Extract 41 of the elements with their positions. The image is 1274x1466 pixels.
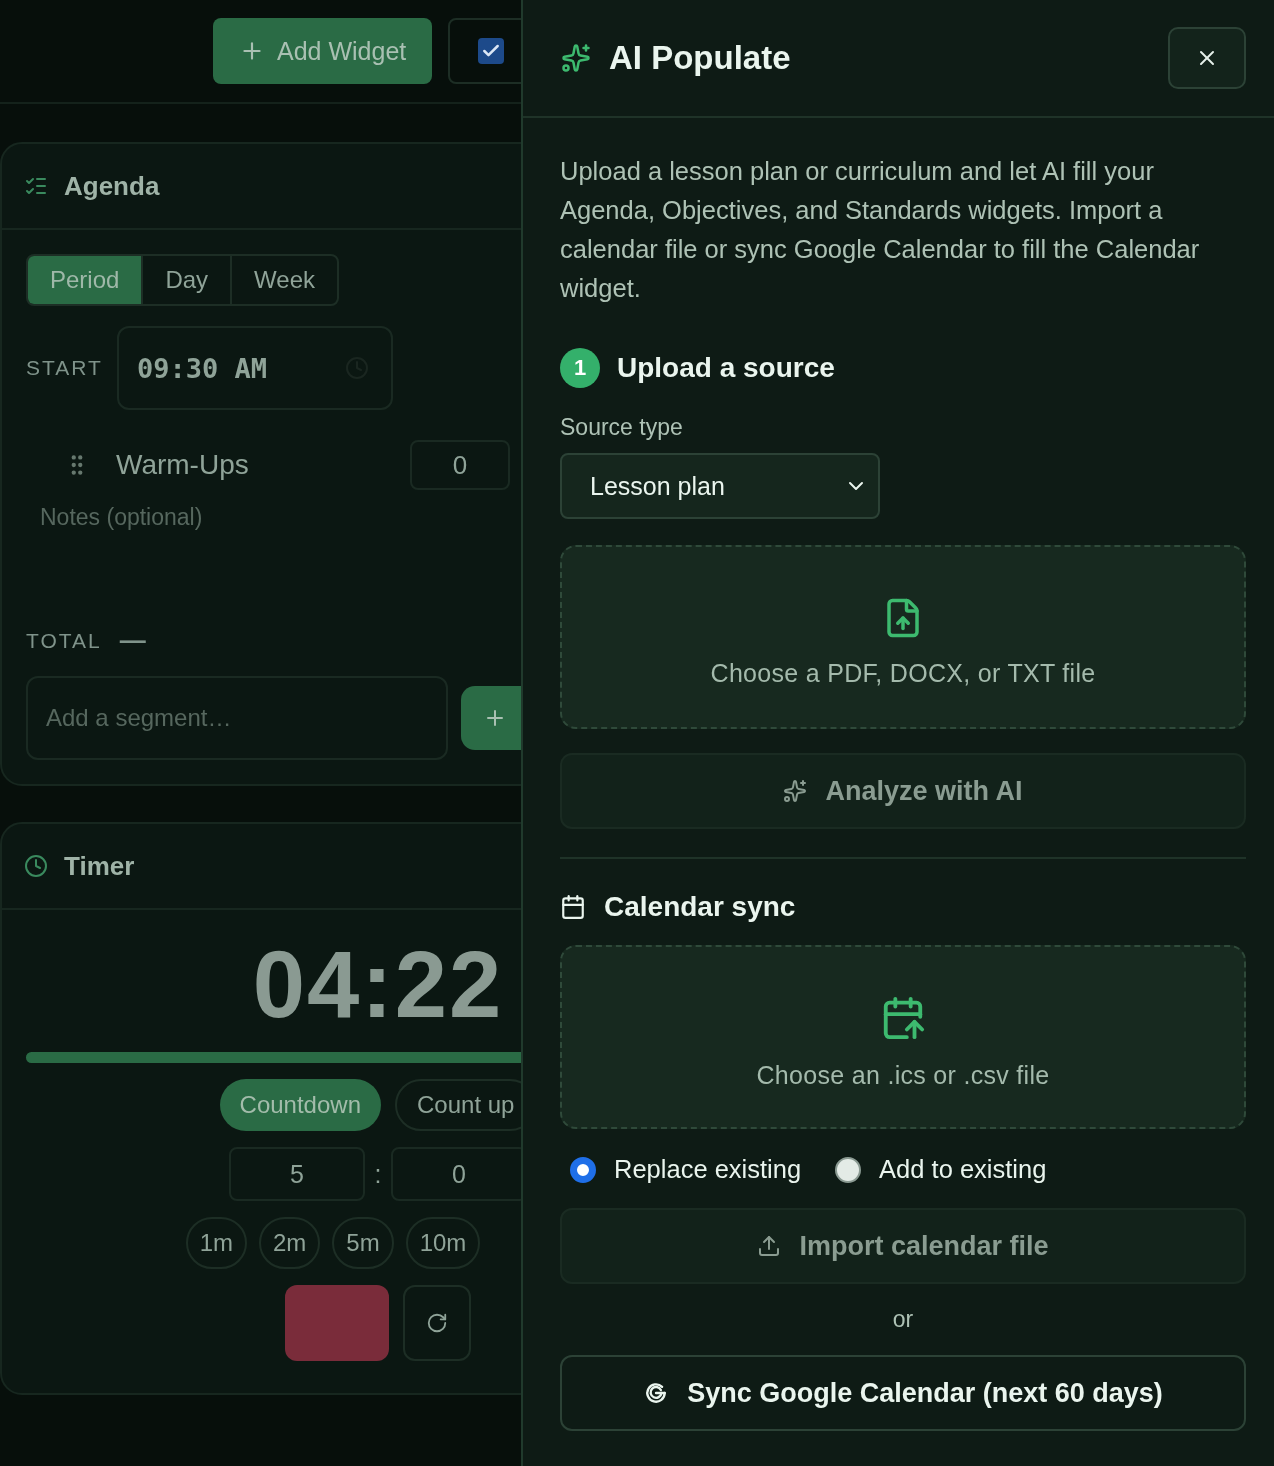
preset-button[interactable]: 2m (259, 1217, 321, 1269)
sparkles-icon (783, 779, 808, 803)
sparkles-icon (561, 43, 591, 73)
upload-icon (757, 1234, 782, 1258)
calendar-icon (560, 894, 586, 920)
total-label: TOTAL (26, 628, 102, 653)
panel-title: AI Populate (609, 39, 792, 77)
reset-icon (426, 1312, 448, 1334)
clock-icon (24, 854, 48, 878)
close-button[interactable] (1168, 27, 1246, 89)
step-badge: 1 (560, 348, 600, 388)
checkbox[interactable] (478, 38, 505, 64)
minutes-field[interactable]: 5 (229, 1147, 365, 1201)
field-label: Source type (560, 414, 684, 441)
radio-button[interactable] (570, 1156, 596, 1183)
card-title: Agenda (64, 170, 160, 202)
time-separator: : (373, 1159, 383, 1189)
panel-description: Upload a lesson plan or curriculum and let AI fill your Agenda, Objectives, and Standards widgets. Import a calendar file or sync Google Calendar to fill the Calendar widget. (560, 156, 1201, 304)
source-type-select[interactable]: Lesson plan (560, 453, 880, 519)
radio-option[interactable]: Add to existing (835, 1155, 1047, 1184)
segment-name: Warm-Ups (116, 449, 250, 481)
timer-display: 04:22 (251, 938, 505, 1032)
view-tab[interactable]: Day (143, 256, 233, 304)
total-value: — (119, 625, 146, 656)
section-heading: Upload a source (617, 352, 835, 384)
start-label: START (26, 356, 103, 380)
start-time-field[interactable]: 09:30 AM (116, 326, 393, 410)
google-sync-button[interactable]: Sync Google Calendar (next 60 days) (560, 1355, 1246, 1431)
file-dropzone[interactable]: Choose a PDF, DOCX, or TXT file (560, 545, 1246, 729)
minutes-field[interactable]: 0 (410, 440, 510, 490)
preset-button[interactable]: 5m (332, 1217, 394, 1269)
section-heading: Calendar sync (604, 891, 796, 923)
preset-button[interactable]: 1m (185, 1217, 247, 1269)
view-tab[interactable]: Week (232, 256, 337, 304)
radio-option[interactable]: Replace existing (570, 1155, 802, 1184)
or-separator: or (891, 1306, 915, 1333)
radio-button[interactable] (835, 1156, 862, 1183)
file-dropzone[interactable]: Choose an .ics or .csv file (560, 945, 1246, 1129)
card-title: Timer (64, 850, 135, 882)
preset-button[interactable]: 10m (405, 1217, 481, 1269)
reset-button[interactable] (403, 1285, 471, 1361)
